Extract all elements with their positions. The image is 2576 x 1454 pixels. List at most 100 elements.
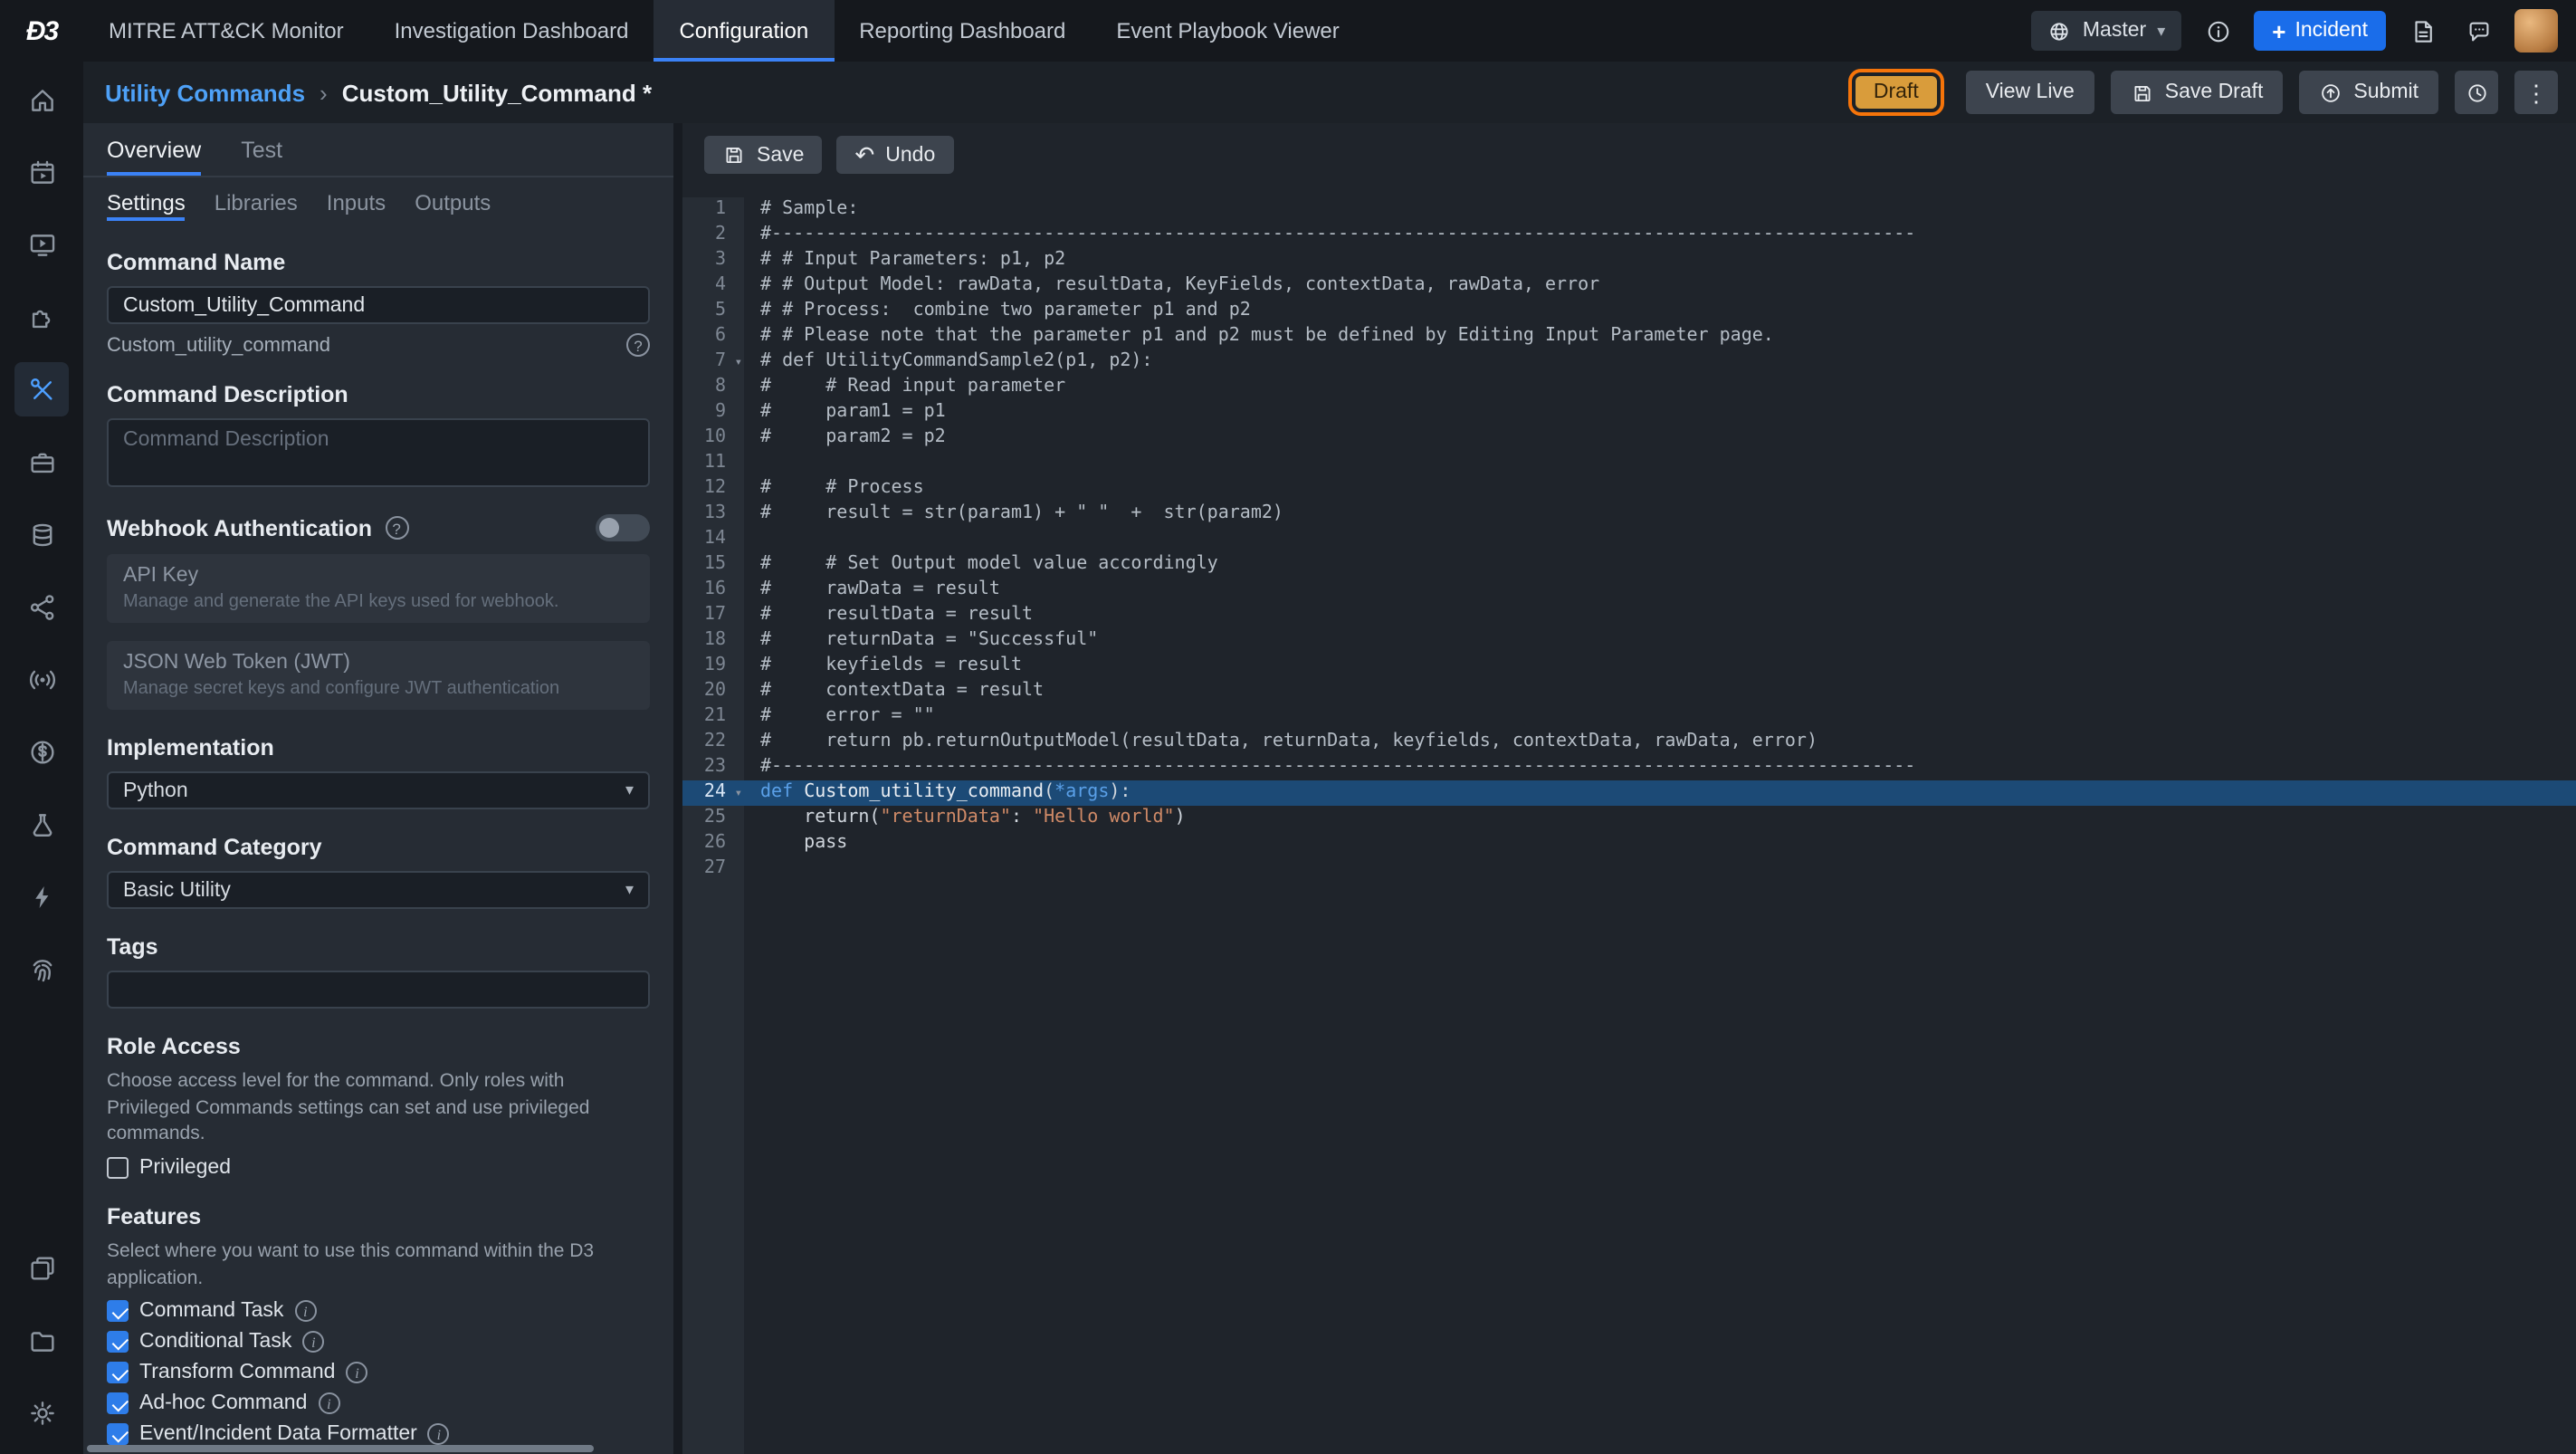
nav-item-investigation-dashboard[interactable]: Investigation Dashboard	[369, 0, 654, 62]
info-icon[interactable]: i	[427, 1423, 450, 1446]
report-button[interactable]	[2402, 11, 2442, 51]
code-line-18[interactable]: 18 # returnData = "Successful"	[682, 628, 2576, 654]
d3-logo[interactable]: Ð3	[0, 0, 83, 62]
lab-flask-icon[interactable]	[14, 797, 69, 851]
help-icon[interactable]: ?	[626, 333, 650, 357]
code-line-2[interactable]: 2 #--------------------------------------…	[682, 223, 2576, 248]
checkbox[interactable]	[107, 1423, 129, 1446]
code-line-21[interactable]: 21 # error = ""	[682, 704, 2576, 730]
code-line-25[interactable]: 25 return("returnData": "Hello world")	[682, 806, 2576, 831]
nav-item-reporting-dashboard[interactable]: Reporting Dashboard	[834, 0, 1091, 62]
automation-bolt-icon[interactable]	[14, 869, 69, 923]
panel-horizontal-scrollbar[interactable]	[87, 1445, 594, 1452]
connections-share-icon[interactable]	[14, 579, 69, 634]
feature-conditional-task[interactable]: Conditional Task i	[107, 1331, 650, 1354]
code-area[interactable]: 1 # Sample: 2 #----------------------------…	[682, 197, 2576, 1454]
code-line-13[interactable]: 13 # result = str(param1) + " " + str(par…	[682, 502, 2576, 527]
live-signal-icon[interactable]	[14, 652, 69, 706]
view-live-button[interactable]: View Live	[1965, 71, 2094, 114]
help-icon[interactable]: ?	[385, 516, 409, 540]
folders-icon[interactable]	[14, 1313, 69, 1367]
code-line-10[interactable]: 10 # param2 = p2	[682, 426, 2576, 451]
floppy-icon	[722, 143, 746, 167]
feature-command-task[interactable]: Command Task i	[107, 1300, 650, 1323]
subtab-outputs[interactable]: Outputs	[415, 177, 491, 228]
playbook-monitor-icon[interactable]	[14, 217, 69, 272]
nav-item-configuration[interactable]: Configuration	[654, 0, 835, 62]
code-line-16[interactable]: 16 # rawData = result	[682, 578, 2576, 603]
code-line-20[interactable]: 20 # contextData = result	[682, 679, 2576, 704]
toolbox-icon[interactable]	[14, 435, 69, 489]
save-draft-button[interactable]: Save Draft	[2110, 71, 2284, 114]
more-options-button[interactable]: ⋮	[2514, 71, 2558, 114]
code-line-4[interactable]: 4 # # Output Model: rawData, resultData, …	[682, 273, 2576, 299]
code-line-12[interactable]: 12 # # Process	[682, 476, 2576, 502]
code-line-19[interactable]: 19 # keyfields = result	[682, 654, 2576, 679]
calendar-icon[interactable]	[14, 145, 69, 199]
code-line-15[interactable]: 15 # # Set Output model value accordingly	[682, 552, 2576, 578]
nav-item-event-playbook-viewer[interactable]: Event Playbook Viewer	[1091, 0, 1364, 62]
branch-selector[interactable]: Master ▾	[2031, 11, 2182, 51]
info-icon[interactable]: i	[318, 1392, 340, 1415]
new-incident-button[interactable]: + Incident	[2254, 11, 2386, 51]
checkbox[interactable]	[107, 1362, 129, 1384]
code-line-14[interactable]: 14	[682, 527, 2576, 552]
fold-arrow-icon[interactable]: ▾	[735, 780, 742, 806]
tags-input[interactable]	[107, 971, 650, 1009]
feature-event-incident-data-formatter[interactable]: Event/Incident Data Formatter i	[107, 1423, 650, 1446]
save-button[interactable]: Save	[704, 136, 823, 174]
command-category-select[interactable]: Basic Utility ▾	[107, 871, 650, 909]
internal-command-name-row: Custom_utility_command ?	[107, 333, 650, 357]
subtab-settings[interactable]: Settings	[107, 177, 186, 228]
chat-button[interactable]	[2458, 11, 2498, 51]
tab-test[interactable]: Test	[241, 123, 282, 176]
fingerprint-icon[interactable]	[14, 942, 69, 996]
info-button[interactable]	[2198, 11, 2237, 51]
code-line-11[interactable]: 11	[682, 451, 2576, 476]
privileged-checkbox-row[interactable]: Privileged	[107, 1157, 650, 1180]
code-line-8[interactable]: 8 # # Read input parameter	[682, 375, 2576, 400]
fold-arrow-icon[interactable]: ▾	[735, 349, 742, 375]
nav-item-mitre-att-ck-monitor[interactable]: MITRE ATT&CK Monitor	[83, 0, 369, 62]
integrations-puzzle-icon[interactable]	[14, 290, 69, 344]
info-icon[interactable]: i	[302, 1331, 325, 1354]
code-line-26[interactable]: 26 pass	[682, 831, 2576, 856]
command-name-input[interactable]	[107, 286, 650, 324]
settings-gear-icon[interactable]	[14, 1385, 69, 1440]
code-line-22[interactable]: 22 # return pb.returnOutputModel(resultDa…	[682, 730, 2576, 755]
data-stack-icon[interactable]	[14, 507, 69, 561]
feature-ad-hoc-command[interactable]: Ad-hoc Command i	[107, 1392, 650, 1415]
user-avatar[interactable]	[2514, 9, 2558, 53]
code-line-1[interactable]: 1 # Sample:	[682, 197, 2576, 223]
code-line-23[interactable]: 23 #-------------------------------------…	[682, 755, 2576, 780]
version-history-button[interactable]	[2455, 71, 2498, 114]
info-icon[interactable]: i	[294, 1300, 317, 1323]
code-line-24[interactable]: 24 ▾ def Custom_utility_command(*args):	[682, 780, 2576, 806]
undo-button[interactable]: ↶ Undo	[836, 136, 954, 174]
window-copy-icon[interactable]	[14, 1240, 69, 1295]
implementation-select[interactable]: Python ▾	[107, 771, 650, 809]
code-line-27[interactable]: 27	[682, 856, 2576, 882]
feature-transform-command[interactable]: Transform Command i	[107, 1362, 650, 1384]
checkbox[interactable]	[107, 1300, 129, 1323]
privileged-checkbox[interactable]	[107, 1157, 129, 1180]
code-line-6[interactable]: 6 # # Please note that the parameter p1 a…	[682, 324, 2576, 349]
subtab-inputs[interactable]: Inputs	[327, 177, 386, 228]
home-icon[interactable]	[14, 72, 69, 127]
utility-commands-tools-icon[interactable]	[14, 362, 69, 416]
code-line-17[interactable]: 17 # resultData = result	[682, 603, 2576, 628]
command-description-input[interactable]	[107, 418, 650, 487]
checkbox[interactable]	[107, 1331, 129, 1354]
subtab-libraries[interactable]: Libraries	[215, 177, 298, 228]
breadcrumb-parent-link[interactable]: Utility Commands	[105, 79, 305, 106]
code-line-5[interactable]: 5 # # Process: combine two parameter p1 a…	[682, 299, 2576, 324]
code-line-7[interactable]: 7 ▾ # def UtilityCommandSample2(p1, p2):	[682, 349, 2576, 375]
info-icon[interactable]: i	[346, 1362, 368, 1384]
webhook-toggle[interactable]	[596, 514, 650, 541]
submit-button[interactable]: Submit	[2299, 71, 2438, 114]
code-line-9[interactable]: 9 # param1 = p1	[682, 400, 2576, 426]
code-line-3[interactable]: 3 # # Input Parameters: p1, p2	[682, 248, 2576, 273]
tab-overview[interactable]: Overview	[107, 123, 202, 176]
finance-globe-icon[interactable]	[14, 724, 69, 779]
checkbox[interactable]	[107, 1392, 129, 1415]
